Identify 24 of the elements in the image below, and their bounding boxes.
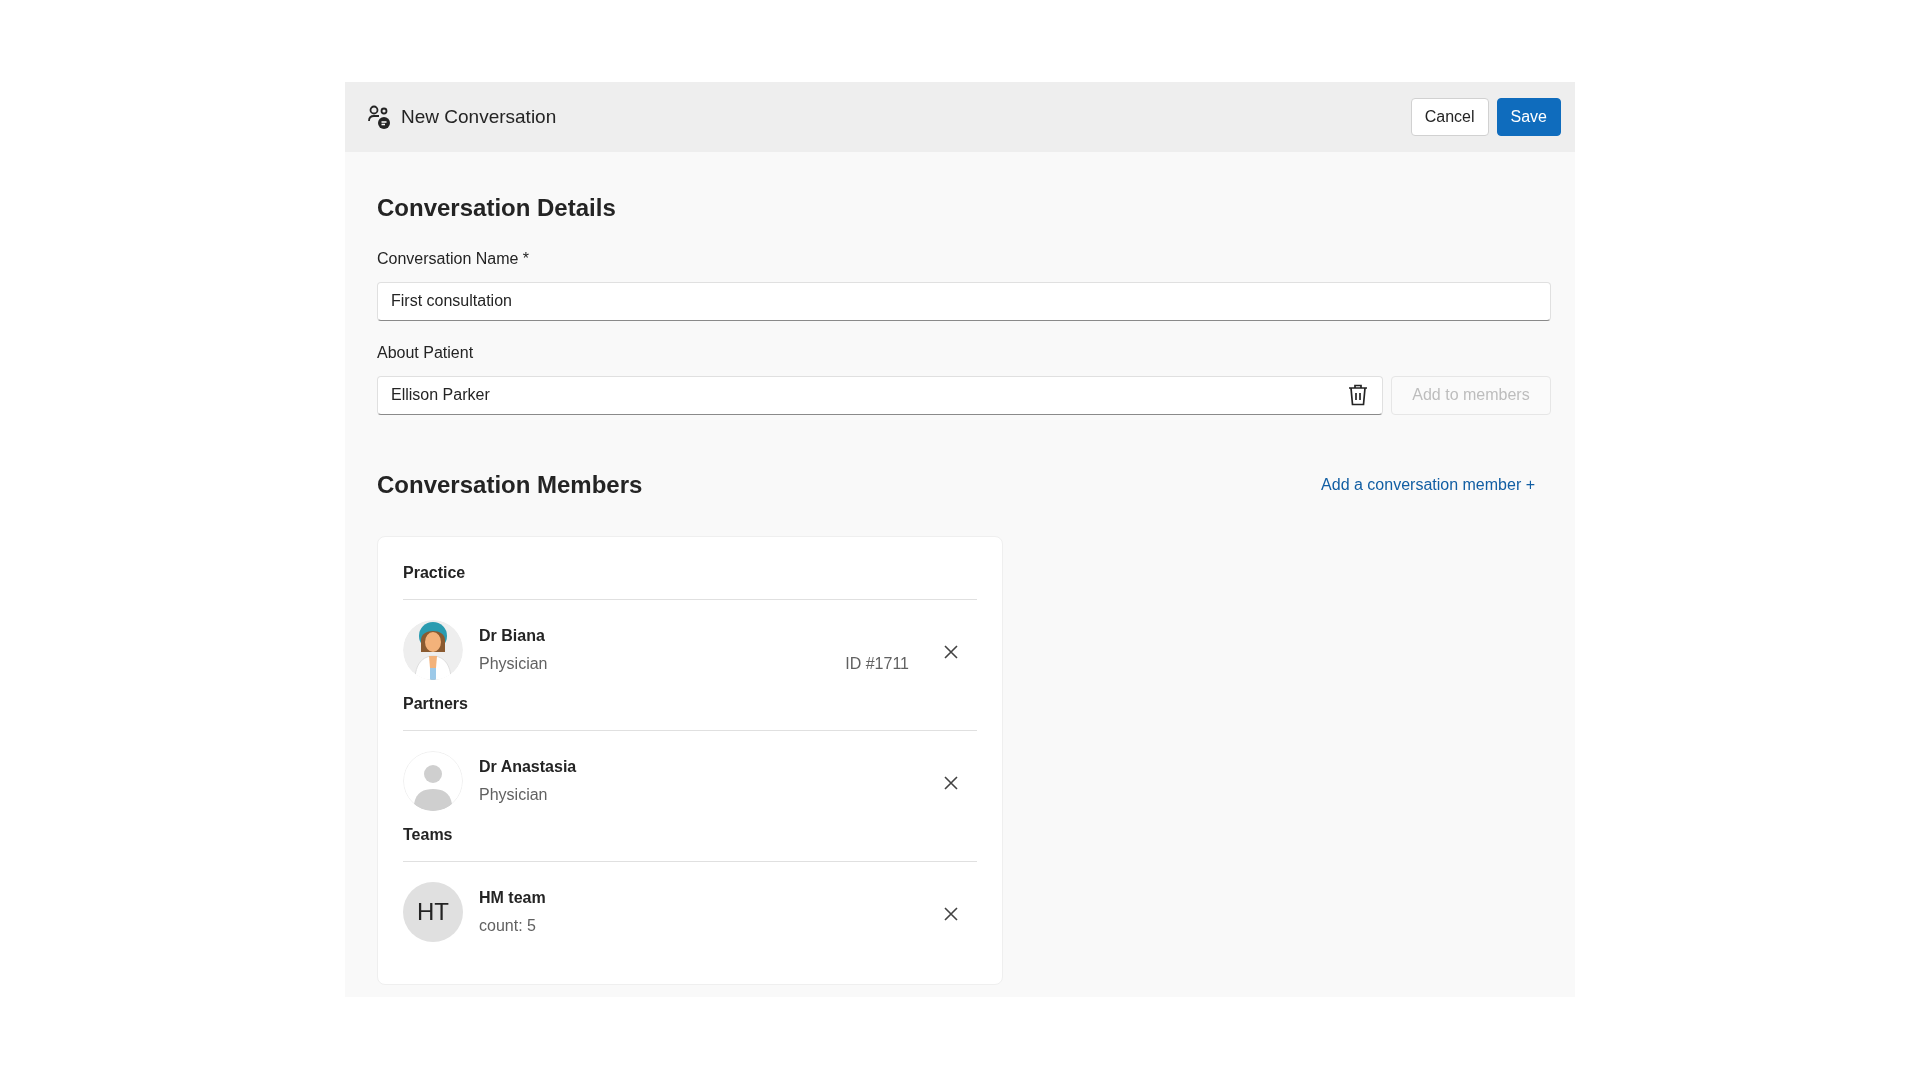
window-title: New Conversation (401, 104, 557, 129)
field-label: Conversation Name * (377, 248, 531, 269)
cancel-button[interactable]: Cancel (1410, 98, 1489, 136)
initials-avatar: HT (403, 881, 463, 942)
member-name: Dr Anastasia (479, 756, 578, 777)
group-heading: Partners (403, 691, 977, 731)
group-heading: Practice (403, 560, 977, 600)
section-heading: Conversation Details (377, 194, 617, 223)
section-heading: Conversation Members (377, 470, 643, 500)
people-chat-icon (367, 104, 393, 130)
group-heading: Teams (403, 822, 977, 862)
add-member-link[interactable]: Add a conversation member + (1321, 473, 1535, 498)
member-role: Physician (479, 784, 548, 805)
input-field[interactable]: Ellison Parker (377, 375, 1383, 415)
member-id: ID #1711 (845, 653, 909, 674)
trash-icon[interactable] (1347, 383, 1369, 408)
input-field[interactable]: First consultation (377, 281, 1551, 321)
member-name: HM team (479, 887, 547, 908)
member-name: Dr Biana (479, 625, 546, 646)
member-role: count: 5 (479, 915, 536, 936)
save-button[interactable]: Save (1496, 98, 1561, 136)
member-role: Physician (479, 653, 548, 674)
person-silhouette-avatar (403, 750, 463, 811)
field-label: About Patient (377, 342, 475, 363)
